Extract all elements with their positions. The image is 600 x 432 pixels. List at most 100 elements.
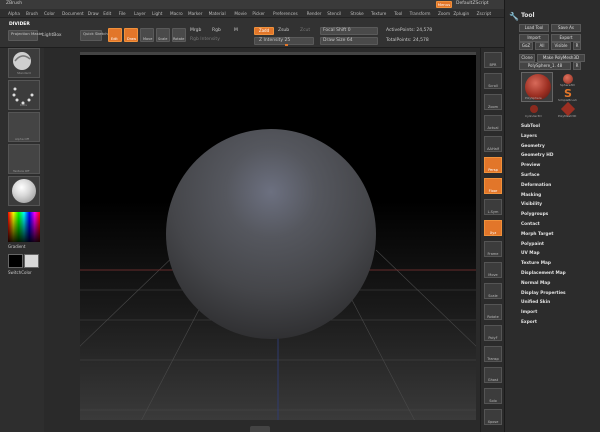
zcut-button[interactable]: Zcut bbox=[300, 28, 310, 33]
polysphere-model[interactable] bbox=[166, 129, 376, 339]
menu-item-file[interactable]: File bbox=[119, 11, 126, 16]
menus-button[interactable]: Menus bbox=[436, 1, 452, 8]
all-button[interactable]: All bbox=[535, 42, 549, 50]
brush-thumbnail[interactable]: Standard bbox=[8, 48, 40, 78]
lsym-button[interactable]: L.Sym bbox=[484, 199, 502, 215]
subpalette-preview[interactable]: Preview bbox=[521, 163, 540, 168]
m-button[interactable]: M bbox=[234, 28, 238, 33]
scale-button[interactable]: Scale bbox=[156, 28, 170, 42]
projection-master-button[interactable]: Projection Master bbox=[8, 30, 44, 41]
menu-item-texture[interactable]: Texture bbox=[371, 11, 386, 16]
main-color-swatch[interactable] bbox=[24, 254, 39, 268]
import-button[interactable]: Import bbox=[519, 34, 549, 42]
save-as-button[interactable]: Save As bbox=[551, 24, 581, 32]
move-button[interactable]: Move bbox=[484, 262, 502, 278]
color-picker[interactable] bbox=[8, 212, 40, 242]
z-intensity-slider[interactable]: Z Intensity 25 bbox=[254, 37, 314, 46]
goz-button[interactable]: GoZ bbox=[519, 42, 533, 50]
persp-button[interactable]: Persp bbox=[484, 157, 502, 173]
menu-item-picker[interactable]: Picker bbox=[252, 11, 264, 16]
ghost-button[interactable]: Ghost bbox=[484, 367, 502, 383]
menu-item-brush[interactable]: Brush bbox=[26, 11, 38, 16]
subpalette-displacement-map[interactable]: Displacement Map bbox=[521, 271, 566, 276]
gradient-label[interactable]: Gradient bbox=[8, 244, 25, 249]
menu-item-zoom[interactable]: Zoom bbox=[438, 11, 450, 16]
load-tool-button[interactable]: Load Tool bbox=[519, 24, 549, 32]
solo-button[interactable]: Solo bbox=[484, 388, 502, 404]
subpalette-layers[interactable]: Layers bbox=[521, 134, 537, 139]
menu-item-stencil[interactable]: Stencil bbox=[327, 11, 341, 16]
frame-button[interactable]: Frame bbox=[484, 241, 502, 257]
rgb-intensity-slider[interactable]: Rgb Intensity bbox=[190, 37, 220, 42]
focal-shift-slider[interactable]: Focal Shift 0 bbox=[320, 27, 378, 35]
menu-item-light[interactable]: Light bbox=[152, 11, 162, 16]
bottom-tray-tab[interactable] bbox=[250, 426, 270, 432]
zsub-button[interactable]: Zsub bbox=[278, 28, 289, 33]
menu-item-layer[interactable]: Layer bbox=[134, 11, 146, 16]
subpalette-import[interactable]: Import bbox=[521, 310, 537, 315]
scroll-button[interactable]: Scroll bbox=[484, 73, 502, 89]
menu-item-stroke[interactable]: Stroke bbox=[350, 11, 363, 16]
menu-item-macro[interactable]: Macro bbox=[170, 11, 183, 16]
aahalf-button[interactable]: AAHalf bbox=[484, 136, 502, 152]
clone-button[interactable]: Clone bbox=[519, 54, 535, 62]
menu-item-marker[interactable]: Marker bbox=[188, 11, 202, 16]
bpr-button[interactable]: BPR bbox=[484, 52, 502, 68]
r-button[interactable]: R bbox=[573, 42, 581, 50]
make-polymesh-button[interactable]: Make PolyMesh3D bbox=[537, 54, 585, 62]
quick-sketch-button[interactable]: Quick Sketch bbox=[80, 30, 108, 41]
subpalette-uv-map[interactable]: UV Map bbox=[521, 251, 540, 256]
subpalette-texture-map[interactable]: Texture Map bbox=[521, 261, 551, 266]
xpose-button[interactable]: Xpose bbox=[484, 409, 502, 425]
menu-item-document[interactable]: Document bbox=[62, 11, 84, 16]
menu-item-render[interactable]: Render bbox=[307, 11, 322, 16]
subpalette-unified-skin[interactable]: Unified Skin bbox=[521, 300, 550, 305]
switch-color-button[interactable]: SwitchColor bbox=[8, 270, 32, 275]
edit-button[interactable]: Edit bbox=[108, 28, 122, 42]
draw-button[interactable]: Draw bbox=[124, 28, 138, 42]
stroke-thumbnail[interactable]: Dots bbox=[8, 80, 40, 110]
zoom-button[interactable]: Zoom bbox=[484, 94, 502, 110]
transp-button[interactable]: Transp bbox=[484, 346, 502, 362]
move-button[interactable]: Move bbox=[140, 28, 154, 42]
subpalette-visibility[interactable]: Visibility bbox=[521, 202, 542, 207]
subpalette-normal-map[interactable]: Normal Map bbox=[521, 281, 550, 286]
subpalette-export[interactable]: Export bbox=[521, 320, 537, 325]
current-tool-r-button[interactable]: R bbox=[573, 62, 581, 70]
menu-item-transform[interactable]: Transform bbox=[410, 11, 431, 16]
subpalette-morph-target[interactable]: Morph Target bbox=[521, 232, 553, 237]
subpalette-geometry-hd[interactable]: Geometry HD bbox=[521, 153, 553, 158]
xyz-button[interactable]: Xyz bbox=[484, 220, 502, 236]
rotate-button[interactable]: Rotate bbox=[172, 28, 186, 42]
actual-button[interactable]: Actual bbox=[484, 115, 502, 131]
subpalette-contact[interactable]: Contact bbox=[521, 222, 540, 227]
menu-item-zscript[interactable]: Zscript bbox=[477, 11, 492, 16]
subpalette-masking[interactable]: Masking bbox=[521, 193, 541, 198]
menu-item-tool[interactable]: Tool bbox=[394, 11, 402, 16]
script-name[interactable]: DefaultZScript bbox=[456, 1, 489, 6]
alpha-thumbnail[interactable]: Alpha Off bbox=[8, 112, 40, 142]
subpalette-display-properties[interactable]: Display Properties bbox=[521, 291, 566, 296]
document-canvas[interactable] bbox=[80, 52, 476, 420]
menu-item-color[interactable]: Color bbox=[44, 11, 55, 16]
menu-item-draw[interactable]: Draw bbox=[88, 11, 99, 16]
visible-button[interactable]: Visible bbox=[551, 42, 571, 50]
secondary-color-swatch[interactable] bbox=[8, 254, 23, 268]
menu-item-alpha[interactable]: Alpha bbox=[8, 11, 20, 16]
current-tool-slider[interactable]: PolySphere_1. 48 bbox=[519, 62, 571, 70]
mrgb-button[interactable]: Mrgb bbox=[190, 28, 201, 33]
menu-item-preferences[interactable]: Preferences bbox=[273, 11, 298, 16]
menu-item-zplugin[interactable]: Zplugin bbox=[453, 11, 469, 16]
tool-thumbnail-polysphere[interactable]: PolySphere bbox=[521, 72, 553, 102]
menu-item-edit[interactable]: Edit bbox=[103, 11, 111, 16]
subpalette-polypaint[interactable]: Polypaint bbox=[521, 242, 544, 247]
zadd-button[interactable]: Zadd bbox=[254, 27, 274, 35]
rotate-button[interactable]: Rotate bbox=[484, 304, 502, 320]
rgb-button[interactable]: Rgb bbox=[212, 28, 221, 33]
subpalette-surface[interactable]: Surface bbox=[521, 173, 540, 178]
draw-size-slider[interactable]: Draw Size 64 bbox=[320, 37, 378, 45]
menu-item-material[interactable]: Material bbox=[209, 11, 226, 16]
subpalette-geometry[interactable]: Geometry bbox=[521, 144, 545, 149]
lightbox-button[interactable]: LightBox bbox=[42, 33, 62, 38]
menu-item-movie[interactable]: Movie bbox=[234, 11, 246, 16]
